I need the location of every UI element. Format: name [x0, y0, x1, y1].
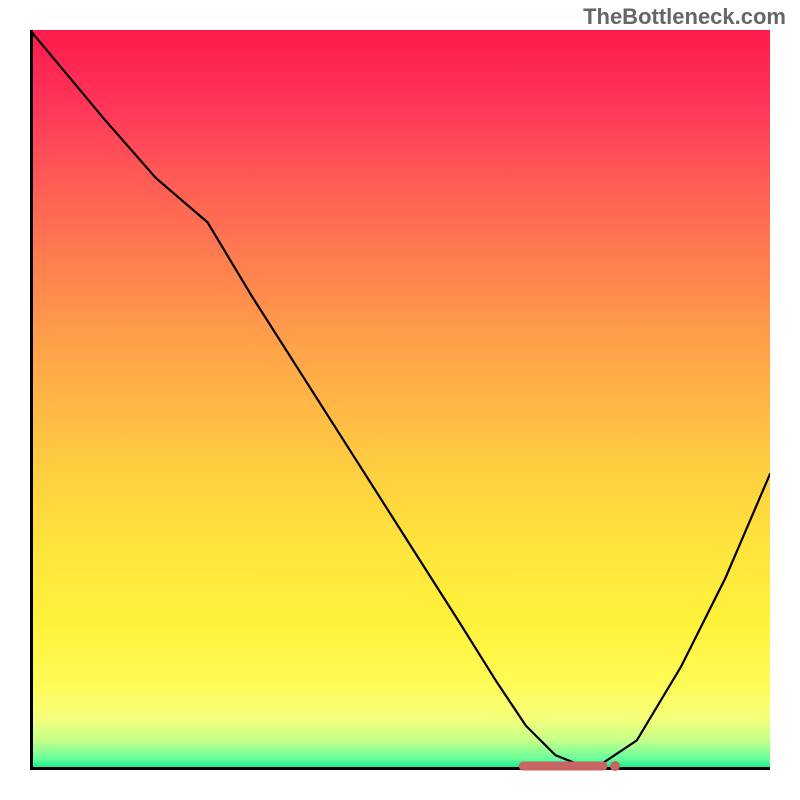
optimum-marker-dot — [610, 761, 620, 771]
watermark-text: TheBottleneck.com — [583, 4, 786, 30]
bottleneck-curve — [30, 30, 770, 770]
plot-area — [30, 30, 770, 770]
optimum-marker-bar — [518, 762, 607, 771]
curve-svg — [30, 30, 770, 770]
chart-container: TheBottleneck.com — [0, 0, 800, 800]
